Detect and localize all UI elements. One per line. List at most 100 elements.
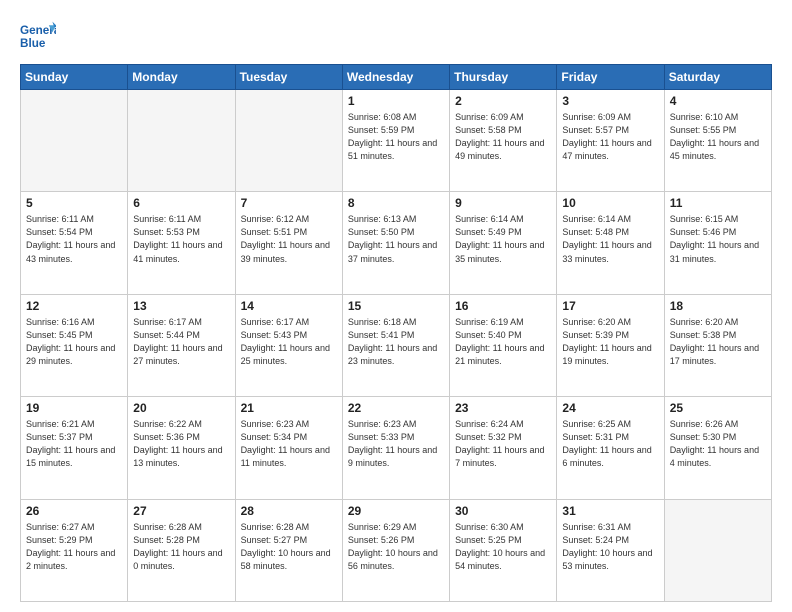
week-row-3: 19 Sunrise: 6:21 AMSunset: 5:37 PMDayligh… (21, 397, 772, 499)
day-number: 19 (26, 401, 122, 415)
week-row-0: 1 Sunrise: 6:08 AMSunset: 5:59 PMDaylight… (21, 90, 772, 192)
day-number: 15 (348, 299, 444, 313)
cell-details: Sunrise: 6:20 AMSunset: 5:38 PMDaylight:… (670, 316, 766, 368)
calendar-cell: 7 Sunrise: 6:12 AMSunset: 5:51 PMDaylight… (235, 192, 342, 294)
cell-details: Sunrise: 6:26 AMSunset: 5:30 PMDaylight:… (670, 418, 766, 470)
cell-details: Sunrise: 6:13 AMSunset: 5:50 PMDaylight:… (348, 213, 444, 265)
svg-text:Blue: Blue (20, 37, 46, 50)
day-number: 20 (133, 401, 229, 415)
calendar-cell: 17 Sunrise: 6:20 AMSunset: 5:39 PMDayligh… (557, 294, 664, 396)
weekday-friday: Friday (557, 65, 664, 90)
calendar-cell: 31 Sunrise: 6:31 AMSunset: 5:24 PMDayligh… (557, 499, 664, 601)
cell-details: Sunrise: 6:17 AMSunset: 5:44 PMDaylight:… (133, 316, 229, 368)
calendar-cell: 12Sunrise: 6:16 AMSunset: 5:45 PMDayligh… (21, 294, 128, 396)
week-row-4: 26Sunrise: 6:27 AMSunset: 5:29 PMDayligh… (21, 499, 772, 601)
calendar-cell (21, 90, 128, 192)
day-number: 30 (455, 504, 551, 518)
cell-details: Sunrise: 6:14 AMSunset: 5:49 PMDaylight:… (455, 213, 551, 265)
calendar-cell: 29 Sunrise: 6:29 AMSunset: 5:26 PMDayligh… (342, 499, 449, 601)
cell-details: Sunrise: 6:08 AMSunset: 5:59 PMDaylight:… (348, 111, 444, 163)
cell-details: Sunrise: 6:11 AMSunset: 5:54 PMDaylight:… (26, 213, 122, 265)
logo-icon: General Blue (20, 18, 56, 54)
weekday-saturday: Saturday (664, 65, 771, 90)
day-number: 2 (455, 94, 551, 108)
cell-details: Sunrise: 6:25 AMSunset: 5:31 PMDaylight:… (562, 418, 658, 470)
calendar-cell: 6 Sunrise: 6:11 AMSunset: 5:53 PMDaylight… (128, 192, 235, 294)
calendar-cell: 21Sunrise: 6:23 AMSunset: 5:34 PMDayligh… (235, 397, 342, 499)
day-number: 27 (133, 504, 229, 518)
cell-details: Sunrise: 6:12 AMSunset: 5:51 PMDaylight:… (241, 213, 337, 265)
day-number: 18 (670, 299, 766, 313)
cell-details: Sunrise: 6:09 AMSunset: 5:58 PMDaylight:… (455, 111, 551, 163)
calendar-cell: 14Sunrise: 6:17 AMSunset: 5:43 PMDayligh… (235, 294, 342, 396)
day-number: 9 (455, 196, 551, 210)
header: General Blue (20, 18, 772, 54)
weekday-sunday: Sunday (21, 65, 128, 90)
day-number: 25 (670, 401, 766, 415)
day-number: 23 (455, 401, 551, 415)
day-number: 1 (348, 94, 444, 108)
cell-details: Sunrise: 6:29 AMSunset: 5:26 PMDaylight:… (348, 521, 444, 573)
calendar-cell: 4 Sunrise: 6:10 AMSunset: 5:55 PMDaylight… (664, 90, 771, 192)
calendar-table: SundayMondayTuesdayWednesdayThursdayFrid… (20, 64, 772, 602)
weekday-monday: Monday (128, 65, 235, 90)
calendar-cell: 27 Sunrise: 6:28 AMSunset: 5:28 PMDayligh… (128, 499, 235, 601)
cell-details: Sunrise: 6:17 AMSunset: 5:43 PMDaylight:… (241, 316, 337, 368)
calendar-cell: 1 Sunrise: 6:08 AMSunset: 5:59 PMDaylight… (342, 90, 449, 192)
cell-details: Sunrise: 6:22 AMSunset: 5:36 PMDaylight:… (133, 418, 229, 470)
week-row-2: 12Sunrise: 6:16 AMSunset: 5:45 PMDayligh… (21, 294, 772, 396)
cell-details: Sunrise: 6:28 AMSunset: 5:28 PMDaylight:… (133, 521, 229, 573)
calendar-cell (128, 90, 235, 192)
day-number: 6 (133, 196, 229, 210)
calendar-cell: 28Sunrise: 6:28 AMSunset: 5:27 PMDayligh… (235, 499, 342, 601)
day-number: 28 (241, 504, 337, 518)
cell-details: Sunrise: 6:24 AMSunset: 5:32 PMDaylight:… (455, 418, 551, 470)
day-number: 21 (241, 401, 337, 415)
cell-details: Sunrise: 6:30 AMSunset: 5:25 PMDaylight:… (455, 521, 551, 573)
calendar-cell: 13Sunrise: 6:17 AMSunset: 5:44 PMDayligh… (128, 294, 235, 396)
day-number: 7 (241, 196, 337, 210)
calendar-cell: 10Sunrise: 6:14 AMSunset: 5:48 PMDayligh… (557, 192, 664, 294)
calendar-cell (235, 90, 342, 192)
day-number: 31 (562, 504, 658, 518)
weekday-tuesday: Tuesday (235, 65, 342, 90)
calendar-cell: 24 Sunrise: 6:25 AMSunset: 5:31 PMDayligh… (557, 397, 664, 499)
calendar-cell: 23 Sunrise: 6:24 AMSunset: 5:32 PMDayligh… (450, 397, 557, 499)
day-number: 8 (348, 196, 444, 210)
cell-details: Sunrise: 6:19 AMSunset: 5:40 PMDaylight:… (455, 316, 551, 368)
week-row-1: 5 Sunrise: 6:11 AMSunset: 5:54 PMDaylight… (21, 192, 772, 294)
cell-details: Sunrise: 6:10 AMSunset: 5:55 PMDaylight:… (670, 111, 766, 163)
calendar-cell: 20 Sunrise: 6:22 AMSunset: 5:36 PMDayligh… (128, 397, 235, 499)
cell-details: Sunrise: 6:23 AMSunset: 5:33 PMDaylight:… (348, 418, 444, 470)
calendar-cell: 30 Sunrise: 6:30 AMSunset: 5:25 PMDayligh… (450, 499, 557, 601)
day-number: 3 (562, 94, 658, 108)
day-number: 17 (562, 299, 658, 313)
cell-details: Sunrise: 6:31 AMSunset: 5:24 PMDaylight:… (562, 521, 658, 573)
calendar-cell: 25 Sunrise: 6:26 AMSunset: 5:30 PMDayligh… (664, 397, 771, 499)
calendar-cell (664, 499, 771, 601)
calendar-cell: 9 Sunrise: 6:14 AMSunset: 5:49 PMDaylight… (450, 192, 557, 294)
day-number: 24 (562, 401, 658, 415)
day-number: 22 (348, 401, 444, 415)
cell-details: Sunrise: 6:20 AMSunset: 5:39 PMDaylight:… (562, 316, 658, 368)
calendar-cell: 8 Sunrise: 6:13 AMSunset: 5:50 PMDaylight… (342, 192, 449, 294)
day-number: 11 (670, 196, 766, 210)
calendar-cell: 22 Sunrise: 6:23 AMSunset: 5:33 PMDayligh… (342, 397, 449, 499)
weekday-wednesday: Wednesday (342, 65, 449, 90)
day-number: 29 (348, 504, 444, 518)
day-number: 5 (26, 196, 122, 210)
calendar-cell: 3 Sunrise: 6:09 AMSunset: 5:57 PMDaylight… (557, 90, 664, 192)
calendar-cell: 16 Sunrise: 6:19 AMSunset: 5:40 PMDayligh… (450, 294, 557, 396)
cell-details: Sunrise: 6:21 AMSunset: 5:37 PMDaylight:… (26, 418, 122, 470)
day-number: 12 (26, 299, 122, 313)
cell-details: Sunrise: 6:09 AMSunset: 5:57 PMDaylight:… (562, 111, 658, 163)
day-number: 4 (670, 94, 766, 108)
cell-details: Sunrise: 6:14 AMSunset: 5:48 PMDaylight:… (562, 213, 658, 265)
weekday-thursday: Thursday (450, 65, 557, 90)
calendar-cell: 2 Sunrise: 6:09 AMSunset: 5:58 PMDaylight… (450, 90, 557, 192)
cell-details: Sunrise: 6:11 AMSunset: 5:53 PMDaylight:… (133, 213, 229, 265)
cell-details: Sunrise: 6:18 AMSunset: 5:41 PMDaylight:… (348, 316, 444, 368)
day-number: 16 (455, 299, 551, 313)
calendar-cell: 26Sunrise: 6:27 AMSunset: 5:29 PMDayligh… (21, 499, 128, 601)
page: General Blue SundayMondayTuesdayWednesda… (0, 0, 792, 612)
